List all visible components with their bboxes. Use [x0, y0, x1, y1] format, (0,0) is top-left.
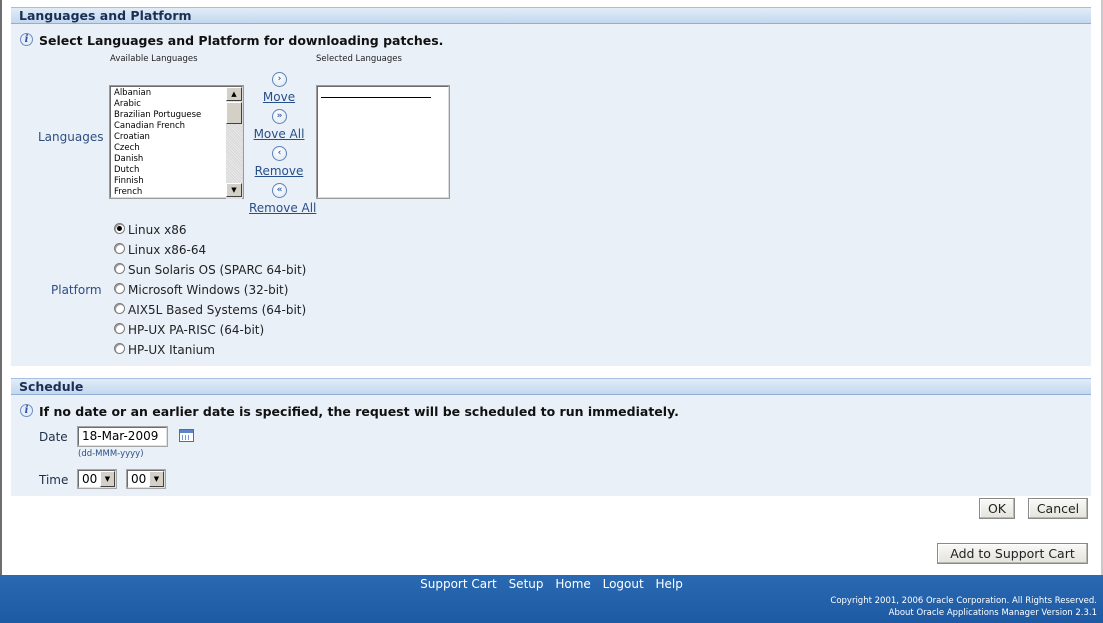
footer-link-setup[interactable]: Setup [509, 577, 544, 591]
chevron-down-icon[interactable]: ▼ [100, 471, 115, 487]
platform-radio-hpux-itanium[interactable] [114, 343, 125, 354]
list-item[interactable]: Brazilian Portuguese [114, 110, 201, 121]
list-item[interactable]: Croatian [114, 132, 150, 143]
scroll-up-icon[interactable]: ▲ [226, 87, 242, 101]
platform-label: Platform [51, 283, 102, 297]
platform-radio-linux-x86-64[interactable] [114, 243, 125, 254]
footer: Support Cart Setup Home Logout Help Copy… [0, 575, 1103, 623]
list-item[interactable]: Arabic [114, 99, 141, 110]
time-label: Time [39, 473, 69, 487]
minute-select[interactable]: 00 ▼ [126, 469, 166, 489]
scroll-down-icon[interactable]: ▼ [226, 183, 242, 197]
list-item[interactable]: Albanian [114, 88, 151, 99]
platform-option-label: Linux x86-64 [128, 243, 207, 257]
list-scrollbar[interactable]: ▲ ▼ [226, 87, 242, 199]
calendar-icon[interactable] [179, 429, 194, 442]
footer-link-support-cart[interactable]: Support Cart [420, 577, 497, 591]
footer-link-help[interactable]: Help [656, 577, 683, 591]
available-languages-label: Available Languages [110, 54, 198, 64]
footer-link-home[interactable]: Home [555, 577, 590, 591]
hour-value: 00 [82, 472, 98, 486]
date-format-hint: (dd-MMM-yyyy) [78, 449, 144, 459]
platform-radio-solaris[interactable] [114, 263, 125, 274]
add-to-support-cart-button[interactable]: Add to Support Cart [937, 543, 1088, 564]
remove-link[interactable]: Remove [249, 164, 309, 178]
platform-option-label: Microsoft Windows (32-bit) [128, 283, 289, 297]
list-item[interactable]: French [114, 187, 142, 198]
about-link[interactable]: About Oracle Applications Manager Versio… [889, 608, 1097, 618]
cancel-button[interactable]: Cancel [1028, 498, 1088, 519]
languages-info-text: Select Languages and Platform for downlo… [39, 33, 444, 48]
ok-button[interactable]: OK [979, 498, 1015, 519]
remove-icon[interactable]: ‹ [272, 146, 287, 161]
platform-option-label: AIX5L Based Systems (64-bit) [128, 303, 307, 317]
move-all-link[interactable]: Move All [249, 127, 309, 141]
info-icon: i [20, 33, 33, 46]
list-item[interactable]: Finnish [114, 176, 144, 187]
list-item[interactable]: Dutch [114, 165, 139, 176]
platform-option-label: Sun Solaris OS (SPARC 64-bit) [128, 263, 307, 277]
date-input[interactable]: 18-Mar-2009 [77, 426, 168, 447]
platform-option-label: Linux x86 [128, 223, 187, 237]
platform-radio-aix[interactable] [114, 303, 125, 314]
available-languages-list[interactable]: Albanian Arabic Brazilian Portuguese Can… [109, 85, 244, 199]
platform-radio-hpux-parisc[interactable] [114, 323, 125, 334]
languages-label: Languages [38, 130, 104, 144]
hour-select[interactable]: 00 ▼ [77, 469, 117, 489]
list-item[interactable]: Czech [114, 143, 140, 154]
list-item[interactable]: Danish [114, 154, 143, 165]
platform-radio-windows[interactable] [114, 283, 125, 294]
platform-radio-linux-x86[interactable] [114, 223, 125, 234]
minute-value: 00 [131, 472, 147, 486]
footer-nav: Support Cart Setup Home Logout Help [0, 577, 1103, 591]
selected-languages-list[interactable] [316, 85, 450, 199]
move-icon[interactable]: › [272, 72, 287, 87]
move-all-icon[interactable]: » [272, 109, 287, 124]
list-item[interactable]: Canadian French [114, 121, 185, 132]
copyright-text: Copyright 2001, 2006 Oracle Corporation.… [830, 596, 1097, 606]
chevron-down-icon[interactable]: ▼ [149, 471, 164, 487]
move-link[interactable]: Move [249, 90, 309, 104]
date-label: Date [39, 430, 68, 444]
window-left-border [0, 0, 2, 623]
footer-link-logout[interactable]: Logout [603, 577, 644, 591]
languages-platform-header: Languages and Platform [11, 7, 1091, 24]
schedule-info-text: If no date or an earlier date is specifi… [39, 404, 679, 419]
remove-all-icon[interactable]: « [272, 183, 287, 198]
selected-languages-label: Selected Languages [316, 54, 402, 64]
scroll-thumb[interactable] [226, 102, 242, 124]
remove-all-link[interactable]: Remove All [249, 201, 316, 215]
info-icon: i [20, 404, 33, 417]
platform-option-label: HP-UX PA-RISC (64-bit) [128, 323, 265, 337]
platform-option-label: HP-UX Itanium [128, 343, 215, 357]
empty-list-placeholder [321, 97, 431, 98]
schedule-header: Schedule [11, 378, 1091, 395]
